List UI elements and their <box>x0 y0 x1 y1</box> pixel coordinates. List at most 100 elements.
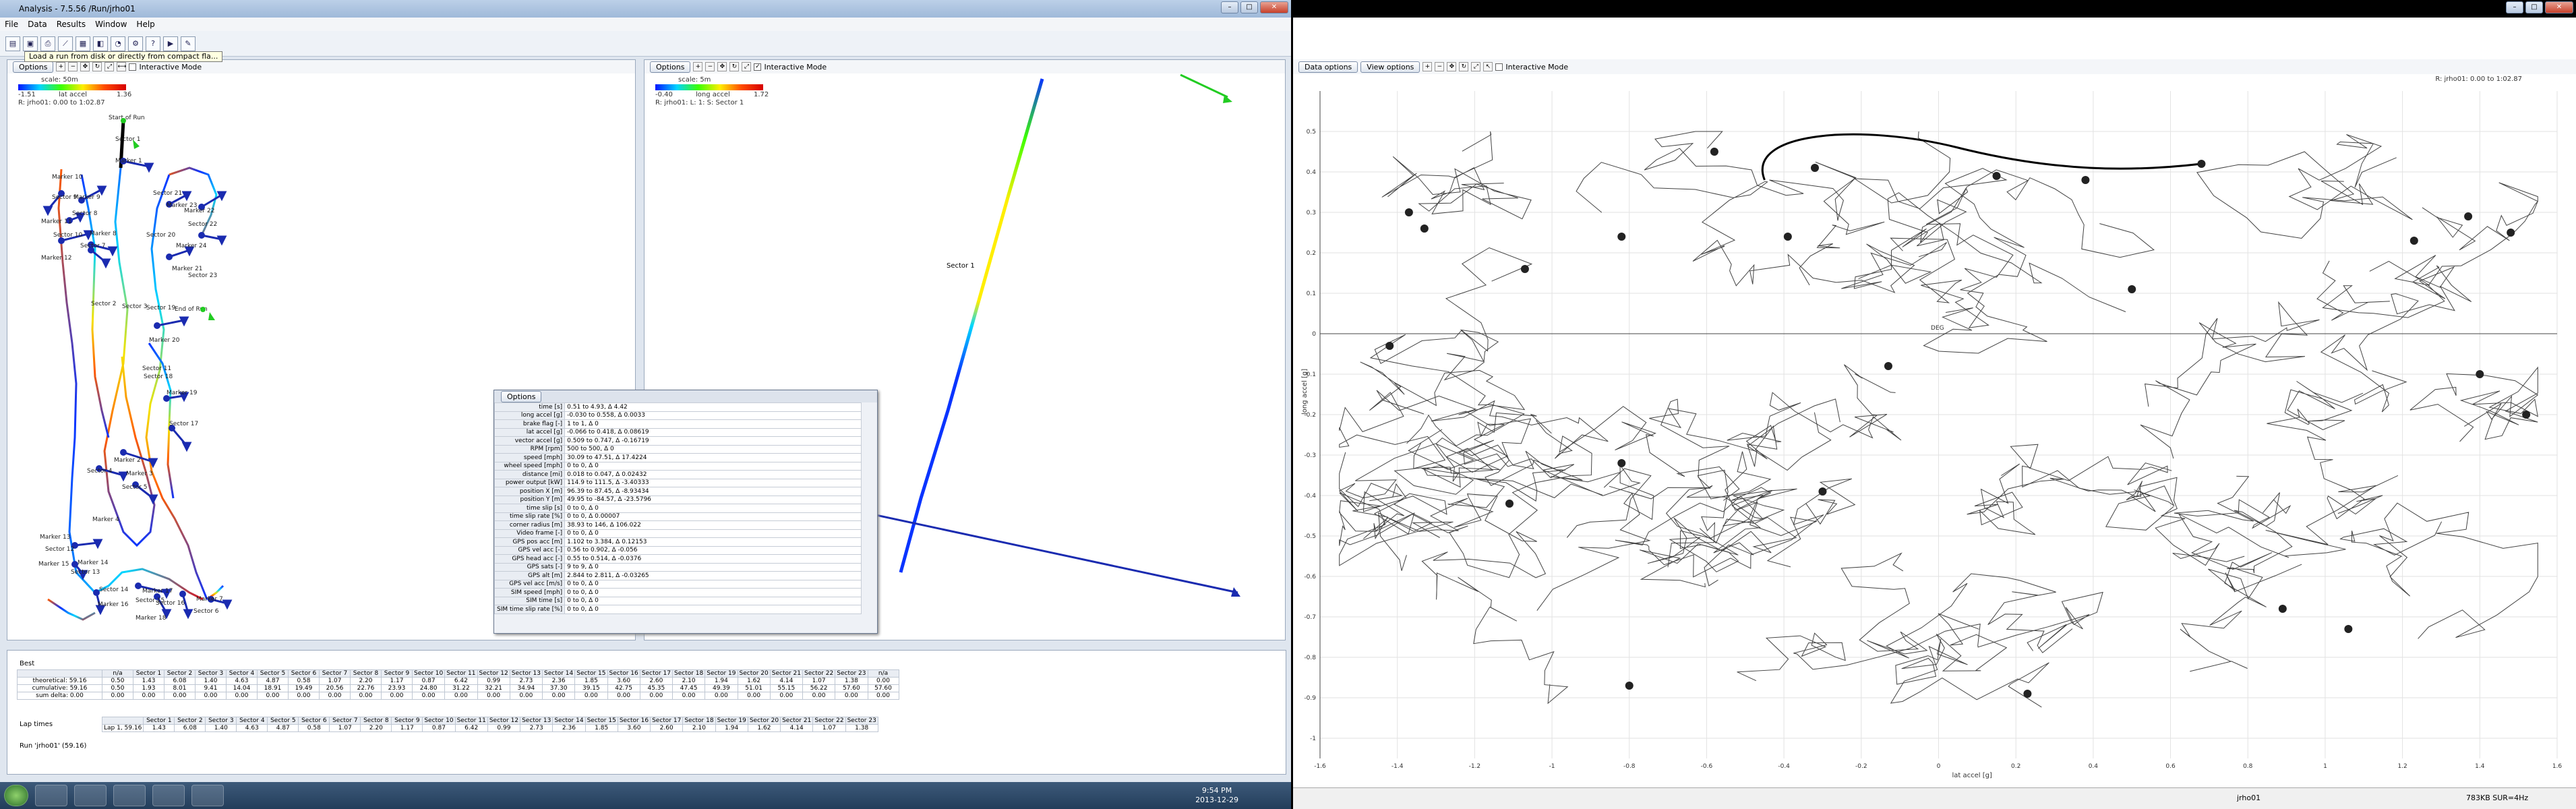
view-options-tab[interactable]: View options <box>1360 61 1420 73</box>
minimize-button[interactable]: – <box>2506 1 2523 13</box>
trace-line <box>2409 366 2539 442</box>
sector-marker-point[interactable] <box>2023 690 2032 698</box>
table-cell: 2.73 <box>520 724 553 732</box>
marker-dot[interactable] <box>154 322 160 329</box>
sector-marker-point[interactable] <box>2278 605 2287 613</box>
sector-marker-point[interactable] <box>1710 148 1718 156</box>
marker-dot[interactable] <box>71 561 78 568</box>
table-icon[interactable]: ▦ <box>76 36 90 51</box>
sector-marker-point[interactable] <box>2476 370 2484 378</box>
menu-results[interactable]: Results <box>52 20 90 29</box>
maximize-button[interactable]: □ <box>1240 1 1258 13</box>
data-readout-window[interactable]: Options time [s] 0.51 to 4.93, Δ 4.42 long… <box>493 390 878 634</box>
sector-markers <box>1385 148 2531 698</box>
table-cell: Sector 1 <box>133 669 164 678</box>
marker-dot[interactable] <box>93 589 100 596</box>
chart-icon[interactable]: ⟋ <box>58 36 73 51</box>
sector-marker-point[interactable] <box>2507 229 2515 237</box>
interactive-mode-checkbox[interactable] <box>1495 63 1503 71</box>
taskbar-media-icon[interactable] <box>191 785 224 806</box>
sector-marker-point[interactable] <box>1884 362 1892 370</box>
video-icon[interactable]: ▶ <box>163 36 178 51</box>
readout-value: 0 to 0, Δ 0 <box>564 579 862 589</box>
print-icon[interactable]: ⎙ <box>40 36 55 51</box>
track-label: Marker 9 <box>73 194 100 201</box>
sector-marker-point[interactable] <box>1617 459 1626 467</box>
report-icon[interactable]: ✎ <box>181 36 196 51</box>
x-tick-label: 0.2 <box>2011 763 2020 770</box>
sector-marker-point[interactable] <box>2081 176 2090 184</box>
zoom-in-icon[interactable]: + <box>1422 62 1433 71</box>
readout-row: wheel speed [mph] 0 to 0, Δ 0 <box>493 461 862 471</box>
sector-marker-point[interactable] <box>1385 342 1394 350</box>
cursor-icon[interactable]: ↖ <box>1483 62 1493 71</box>
sector-marker-point[interactable] <box>2464 212 2473 220</box>
data-options-tab[interactable]: Data options <box>1298 61 1358 73</box>
marker-dot[interactable] <box>120 449 127 456</box>
table-cell: 1.62 <box>747 724 781 732</box>
map-icon[interactable]: ◧ <box>93 36 108 51</box>
pan-icon[interactable]: ✥ <box>1447 62 1457 71</box>
trace-line <box>1369 247 1533 447</box>
help-icon[interactable]: ? <box>146 36 160 51</box>
open-icon[interactable]: ▤ <box>5 36 20 51</box>
menu-file[interactable]: File <box>0 20 23 29</box>
close-button[interactable]: ✕ <box>1260 1 1288 13</box>
settings-icon[interactable]: ⚙ <box>128 36 143 51</box>
sector-marker-point[interactable] <box>1625 682 1634 690</box>
readout-row: GPS sats [-] 9 to 9, Δ 0 <box>493 562 862 572</box>
marker-dot[interactable] <box>179 591 186 597</box>
marker-arrow <box>42 206 53 216</box>
sector-marker-point[interactable] <box>1811 164 1819 172</box>
fit-icon[interactable]: ⤢ <box>1471 62 1481 71</box>
marker-dot[interactable] <box>166 253 173 260</box>
table-cell: 22.76 <box>350 684 382 692</box>
readout-key: lat accel [g] <box>493 427 566 437</box>
x-tick-label: 1.2 <box>2397 763 2407 770</box>
track-label: Sector 7 <box>80 243 106 249</box>
taskbar-opera-icon[interactable] <box>74 785 107 806</box>
sector-marker-point[interactable] <box>1404 208 1413 216</box>
rotate-icon[interactable]: ↻ <box>1459 62 1469 71</box>
sector-marker-point[interactable] <box>1505 500 1514 508</box>
sector-marker-point[interactable] <box>1783 233 1792 241</box>
start-button[interactable] <box>4 785 28 806</box>
track-label: Sector 19 <box>146 305 176 311</box>
readout-row: time slip [s] 0 to 0, Δ 0 <box>493 504 862 513</box>
sector-marker-point[interactable] <box>1992 172 2001 180</box>
sector-marker-point[interactable] <box>1818 487 1827 496</box>
table-cell <box>101 717 144 725</box>
sector-marker-point[interactable] <box>2522 411 2531 419</box>
minimize-button[interactable]: – <box>1221 1 1238 13</box>
track-label: Marker 1 <box>115 158 142 164</box>
sector-marker-point[interactable] <box>2409 237 2418 245</box>
taskbar-explorer-icon[interactable] <box>35 785 67 806</box>
menu-data[interactable]: Data <box>23 20 52 29</box>
gauge-icon[interactable]: ◔ <box>111 36 125 51</box>
marker-dot[interactable] <box>135 582 142 589</box>
gg-scatter-plot[interactable]: -1.6 -1.4 -1.2 -1 -0.8 -0.6 -0.4 -0.2 0 0.2 0.4 0.6… <box>1293 78 2576 785</box>
taskbar-excel-icon[interactable] <box>113 785 146 806</box>
zoom-out-icon[interactable]: − <box>1435 62 1445 71</box>
close-button[interactable]: ✕ <box>2545 1 2573 13</box>
maximize-button[interactable]: □ <box>2525 1 2543 13</box>
menu-help[interactable]: Help <box>131 20 159 29</box>
sector-marker-point[interactable] <box>2344 625 2353 633</box>
taskbar-analysis-icon[interactable] <box>152 785 185 806</box>
marker-dot[interactable] <box>198 232 205 239</box>
marker-dot[interactable] <box>163 395 170 402</box>
marker-dot[interactable] <box>58 237 65 244</box>
readout-options-button[interactable]: Options <box>501 390 542 402</box>
save-icon[interactable]: ▣ <box>23 36 38 51</box>
menu-window[interactable]: Window <box>90 20 131 29</box>
system-clock[interactable]: 9:54 PM 2013-12-29 <box>1195 786 1238 805</box>
sector-marker-point[interactable] <box>1520 265 1529 273</box>
table-cell: Sector 10 <box>411 669 446 678</box>
sector-marker-point[interactable] <box>2197 160 2206 168</box>
analysis-window: Analysis - 7.5.56 /Run/jrho01 – □ ✕ File… <box>0 0 1291 809</box>
sector-marker-point[interactable] <box>1420 224 1429 233</box>
marker-arrow <box>181 442 192 452</box>
table-cell: 1.85 <box>574 677 608 685</box>
sector-marker-point[interactable] <box>2128 285 2136 293</box>
sector-marker-point[interactable] <box>1617 233 1626 241</box>
